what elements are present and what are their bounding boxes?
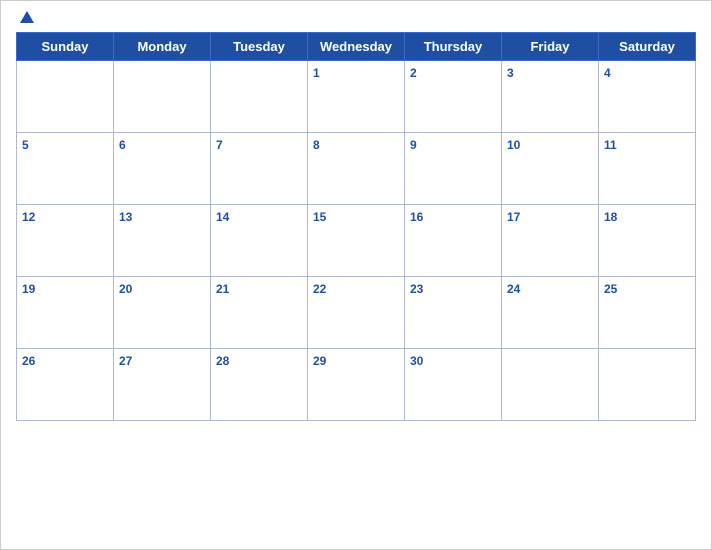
day-number: 22 xyxy=(313,282,326,296)
day-number: 4 xyxy=(604,66,611,80)
calendar-day-17: 17 xyxy=(502,205,599,277)
calendar-day-30: 30 xyxy=(405,349,502,421)
day-number: 14 xyxy=(216,210,229,224)
calendar-day-29: 29 xyxy=(308,349,405,421)
calendar-day-1: 1 xyxy=(308,61,405,133)
day-number: 6 xyxy=(119,138,126,152)
calendar-day-10: 10 xyxy=(502,133,599,205)
logo xyxy=(16,11,34,24)
day-number: 10 xyxy=(507,138,520,152)
day-number: 24 xyxy=(507,282,520,296)
month-title xyxy=(34,11,696,13)
calendar-empty-cell xyxy=(17,61,114,133)
calendar-day-9: 9 xyxy=(405,133,502,205)
calendar-week-row: 1 2 3 4 xyxy=(17,61,696,133)
day-number: 5 xyxy=(22,138,29,152)
calendar-day-27: 27 xyxy=(114,349,211,421)
calendar-empty-cell xyxy=(502,349,599,421)
calendar-day-7: 7 xyxy=(211,133,308,205)
calendar-day-19: 19 xyxy=(17,277,114,349)
calendar-day-12: 12 xyxy=(17,205,114,277)
calendar-day-18: 18 xyxy=(599,205,696,277)
calendar-empty-cell xyxy=(114,61,211,133)
calendar-day-15: 15 xyxy=(308,205,405,277)
calendar-day-23: 23 xyxy=(405,277,502,349)
day-number: 21 xyxy=(216,282,229,296)
day-number: 15 xyxy=(313,210,326,224)
calendar-day-4: 4 xyxy=(599,61,696,133)
calendar-day-2: 2 xyxy=(405,61,502,133)
calendar-day-8: 8 xyxy=(308,133,405,205)
day-number: 16 xyxy=(410,210,423,224)
day-number: 3 xyxy=(507,66,514,80)
day-number: 26 xyxy=(22,354,35,368)
day-number: 25 xyxy=(604,282,617,296)
day-number: 17 xyxy=(507,210,520,224)
day-number: 12 xyxy=(22,210,35,224)
day-number: 20 xyxy=(119,282,132,296)
calendar-empty-cell xyxy=(599,349,696,421)
weekday-header-friday: Friday xyxy=(502,33,599,61)
calendar-day-13: 13 xyxy=(114,205,211,277)
calendar-week-row: 26 27 28 29 30 xyxy=(17,349,696,421)
day-number: 30 xyxy=(410,354,423,368)
calendar-day-28: 28 xyxy=(211,349,308,421)
day-number: 2 xyxy=(410,66,417,80)
day-number: 18 xyxy=(604,210,617,224)
calendar-day-14: 14 xyxy=(211,205,308,277)
weekday-header-saturday: Saturday xyxy=(599,33,696,61)
day-number: 13 xyxy=(119,210,132,224)
calendar-day-16: 16 xyxy=(405,205,502,277)
day-number: 29 xyxy=(313,354,326,368)
calendar-table: SundayMondayTuesdayWednesdayThursdayFrid… xyxy=(16,32,696,421)
calendar-day-11: 11 xyxy=(599,133,696,205)
calendar: SundayMondayTuesdayWednesdayThursdayFrid… xyxy=(0,0,712,550)
day-number: 1 xyxy=(313,66,320,80)
day-number: 8 xyxy=(313,138,320,152)
calendar-day-26: 26 xyxy=(17,349,114,421)
day-number: 23 xyxy=(410,282,423,296)
day-number: 28 xyxy=(216,354,229,368)
calendar-day-6: 6 xyxy=(114,133,211,205)
calendar-day-24: 24 xyxy=(502,277,599,349)
calendar-day-25: 25 xyxy=(599,277,696,349)
weekday-header-tuesday: Tuesday xyxy=(211,33,308,61)
day-number: 19 xyxy=(22,282,35,296)
day-number: 27 xyxy=(119,354,132,368)
weekday-header-thursday: Thursday xyxy=(405,33,502,61)
calendar-week-row: 19 20 21 22 23 24 25 xyxy=(17,277,696,349)
logo-triangle-icon xyxy=(20,11,34,23)
weekday-header-row: SundayMondayTuesdayWednesdayThursdayFrid… xyxy=(17,33,696,61)
calendar-week-row: 5 6 7 8 9 10 11 xyxy=(17,133,696,205)
day-number: 11 xyxy=(604,138,617,152)
calendar-header xyxy=(16,11,696,24)
day-number: 7 xyxy=(216,138,223,152)
weekday-header-monday: Monday xyxy=(114,33,211,61)
calendar-day-22: 22 xyxy=(308,277,405,349)
calendar-empty-cell xyxy=(211,61,308,133)
weekday-header-sunday: Sunday xyxy=(17,33,114,61)
calendar-week-row: 12 13 14 15 16 17 18 xyxy=(17,205,696,277)
weekday-header-wednesday: Wednesday xyxy=(308,33,405,61)
day-number: 9 xyxy=(410,138,417,152)
calendar-day-5: 5 xyxy=(17,133,114,205)
calendar-day-20: 20 xyxy=(114,277,211,349)
calendar-day-3: 3 xyxy=(502,61,599,133)
calendar-day-21: 21 xyxy=(211,277,308,349)
